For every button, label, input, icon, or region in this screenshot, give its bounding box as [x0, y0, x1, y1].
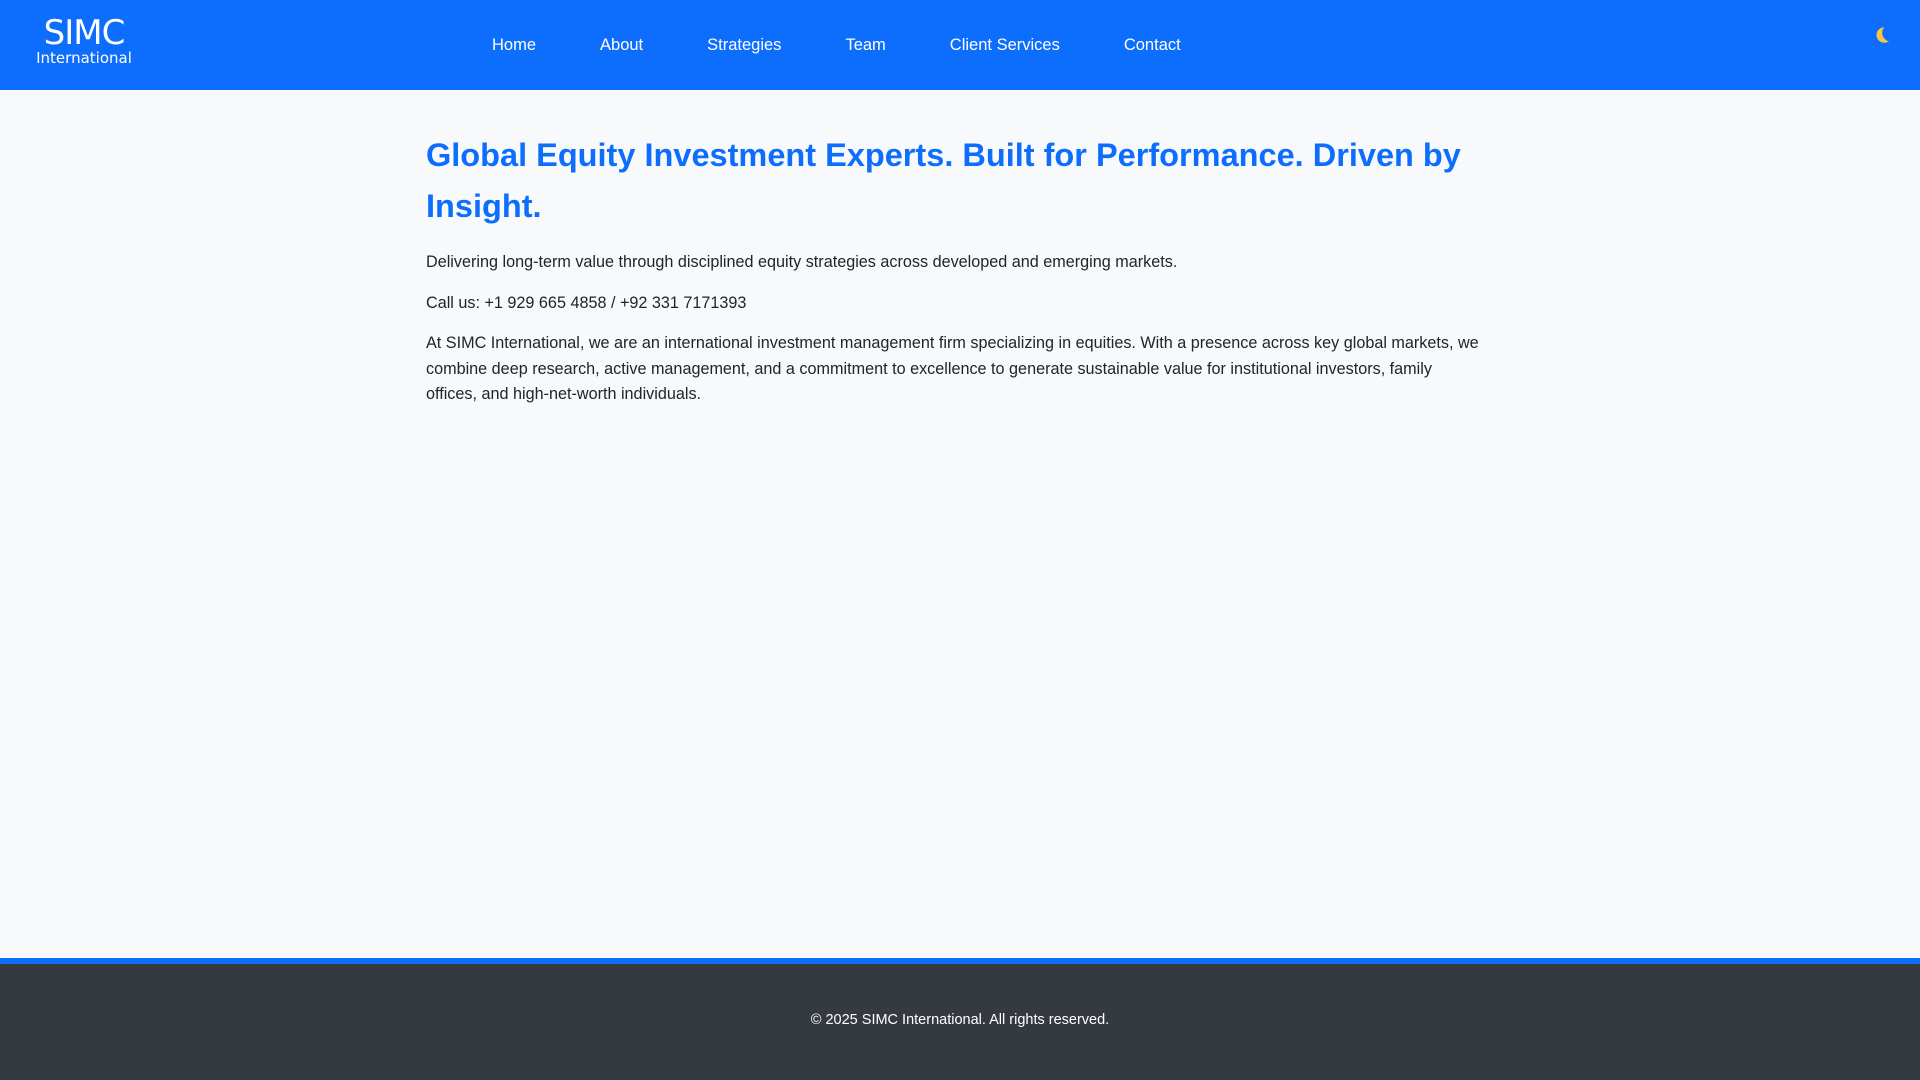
hero-tagline: Delivering long-term value through disci…: [426, 253, 1178, 271]
navbar: SIMC International Home About Strategies…: [0, 0, 1920, 90]
nav-links: Home About Strategies Team Client Servic…: [460, 0, 1213, 90]
logo-name: SIMC: [43, 13, 126, 53]
nav-link-strategies[interactable]: Strategies: [675, 36, 813, 55]
hero-headline: Global Equity Investment Experts. Built …: [426, 137, 1461, 224]
nav-link-home[interactable]: Home: [460, 36, 568, 55]
nav-link-contact[interactable]: Contact: [1092, 36, 1213, 55]
moon-icon: [1870, 24, 1896, 46]
nav-link-client-services[interactable]: Client Services: [918, 36, 1092, 55]
logo[interactable]: SIMC International: [36, 14, 132, 66]
nav-link-about[interactable]: About: [568, 36, 675, 55]
contact-phone: Call us: +1 929 665 4858 / +92 331 71713…: [426, 293, 747, 312]
footer-copyright: © 2025 SIMC International. All rights re…: [810, 1012, 1110, 1028]
page: SIMC International Home About Strategies…: [0, 0, 1920, 1080]
about-description: At SIMC International, we are an interna…: [426, 334, 1479, 403]
footer: © 2025 SIMC International. All rights re…: [0, 958, 1920, 1080]
theme-toggle-button[interactable]: [1870, 22, 1896, 48]
logo-subtitle: International: [36, 49, 132, 67]
nav-link-team[interactable]: Team: [813, 36, 917, 55]
main-content: Global Equity Investment Experts. Built …: [426, 130, 1486, 423]
